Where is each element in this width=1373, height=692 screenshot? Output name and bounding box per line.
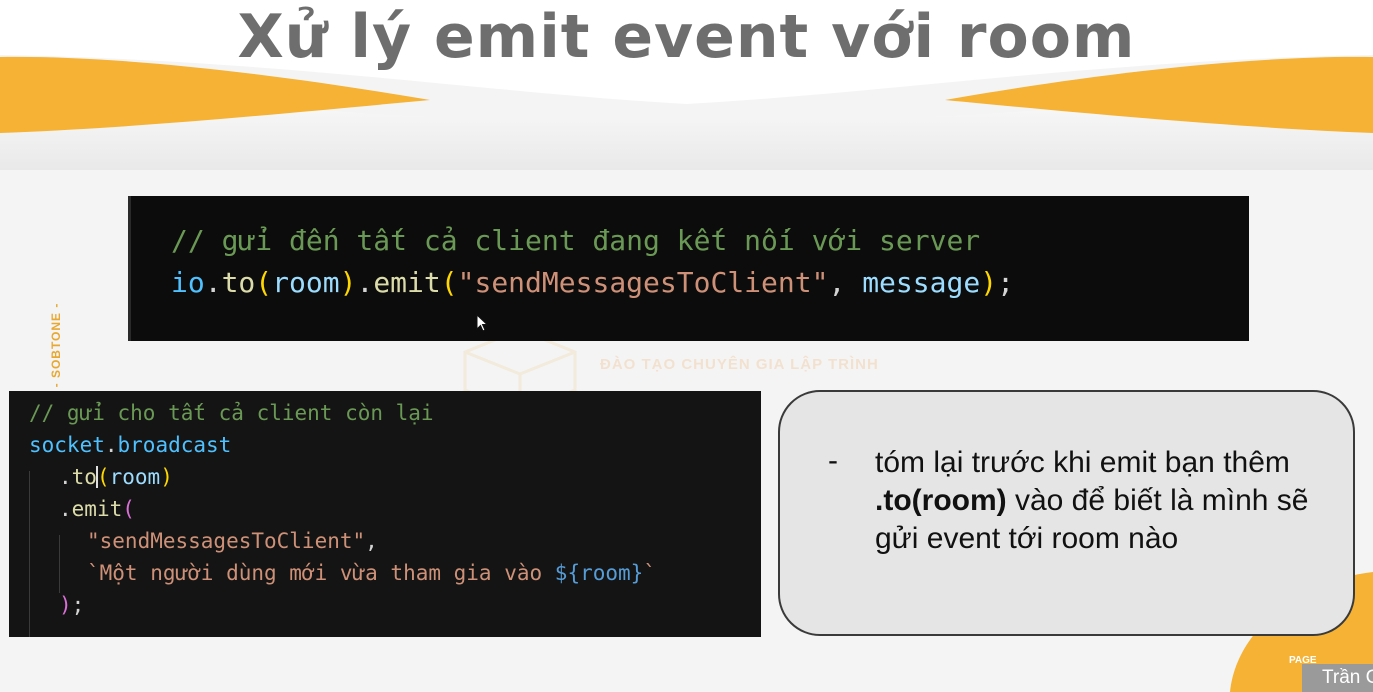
- token-dot: .: [356, 266, 374, 299]
- token-to: to: [71, 465, 97, 489]
- token-room: room: [109, 465, 161, 489]
- mouse-pointer-icon: [476, 314, 488, 332]
- token-emit: emit: [373, 266, 441, 299]
- token-dot: .: [59, 465, 72, 489]
- token-template-end: `: [643, 561, 656, 585]
- summary-note-box: - tóm lại trước khi emit bạn thêm .to(ro…: [778, 390, 1355, 636]
- token-dot: .: [204, 266, 222, 299]
- watermark-text: ĐÀO TẠO CHUYÊN GIA LẬP TRÌNH: [600, 356, 879, 373]
- token-message: message: [862, 266, 981, 299]
- token-dot: .: [104, 433, 118, 457]
- token-template-expression: ${room}: [554, 561, 644, 585]
- token-semicolon: ;: [71, 593, 85, 617]
- token-room: room: [272, 266, 340, 299]
- code-io-emit-line: io.to(room).emit("sendMessagesToClient",…: [171, 266, 1014, 300]
- code-block-io-emit: // gửi đến tất cả client đang kết nối vớ…: [128, 196, 1249, 341]
- slide-title: Xử lý emit event với room: [237, 2, 1136, 72]
- brand-side-label: - SOBTONE -: [49, 302, 63, 388]
- code-close-line: );: [59, 591, 84, 619]
- code-to-line: .to(room): [59, 463, 173, 491]
- token-to: to: [221, 266, 256, 299]
- token-io: io: [171, 266, 205, 299]
- token-broadcast: broadcast: [117, 433, 232, 457]
- token-paren-close: ): [59, 593, 72, 617]
- token-event-string: "sendMessagesToClient": [87, 529, 366, 553]
- token-event-string: "sendMessagesToClient": [457, 266, 829, 299]
- token-paren-close: ): [160, 465, 173, 489]
- token-paren-open: (: [122, 497, 135, 521]
- token-paren-close: ): [339, 266, 357, 299]
- token-paren-close: ): [980, 266, 998, 299]
- token-socket: socket: [29, 433, 105, 457]
- note-text-intro: tóm lại trước khi emit bạn thêm: [875, 446, 1290, 479]
- note-text: tóm lại trước khi emit bạn thêm .to(room…: [875, 444, 1345, 558]
- token-template-string: `Một người dùng mới vừa tham gia vào: [87, 561, 555, 585]
- token-paren-open: (: [255, 266, 273, 299]
- note-text-code: .to(room): [875, 484, 1007, 517]
- token-paren-open: (: [440, 266, 458, 299]
- presenter-name-tag: Trần C: [1302, 664, 1373, 692]
- code-event-string-line: "sendMessagesToClient",: [87, 527, 378, 555]
- token-emit: emit: [71, 497, 123, 521]
- code-socket-line: socket.broadcast: [29, 431, 231, 459]
- token-paren-open: (: [96, 465, 110, 489]
- indent-guide: [59, 535, 60, 593]
- indent-guide: [29, 471, 30, 637]
- token-semicolon: ;: [997, 266, 1014, 299]
- code-comment-line: // gửi đến tất cả client đang kết nối vớ…: [171, 224, 981, 257]
- token-comma: ,: [828, 266, 863, 299]
- note-bullet: -: [828, 444, 838, 477]
- code-emit-line: .emit(: [59, 495, 135, 523]
- token-dot: .: [59, 497, 72, 521]
- token-comma: ,: [365, 529, 378, 553]
- code-block-broadcast: // gửi cho tất cả client còn lại socket.…: [9, 391, 761, 637]
- code-comment-line: // gửi cho tất cả client còn lại: [29, 401, 434, 425]
- code-template-line: `Một người dùng mới vừa tham gia vào ${r…: [87, 559, 656, 587]
